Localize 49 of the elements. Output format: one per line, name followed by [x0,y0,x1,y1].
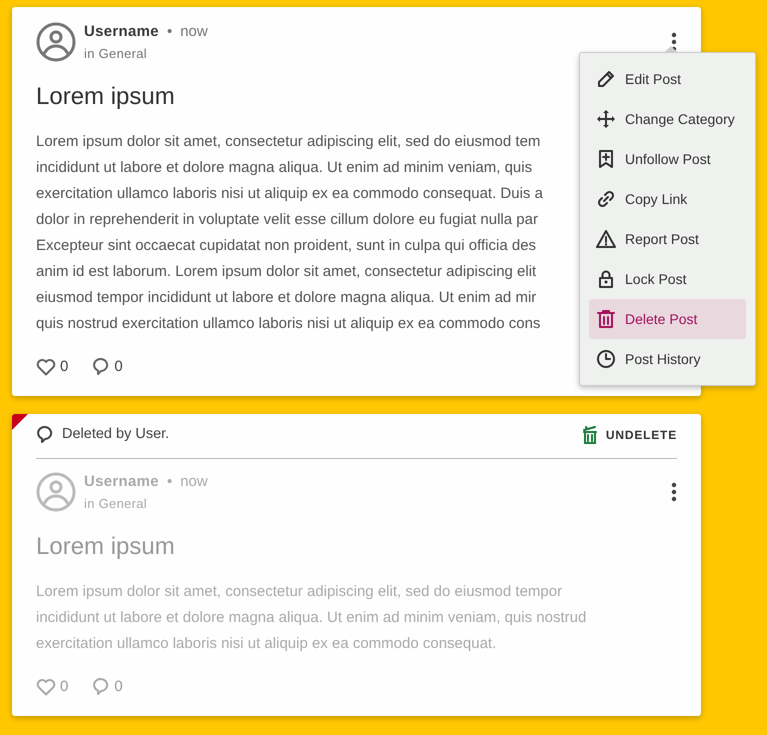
comment-count: 0 [114,356,123,377]
post-body-line: incididunt ut labore et dolore magna aliqua. Ut enim ad minim veniam, quis nostrud [36,608,586,628]
pencil-icon [596,69,616,89]
avatar-icon [36,22,76,62]
bookmark-plus-icon [596,149,616,169]
post-category[interactable]: in General [84,44,208,63]
comment-count: 0 [114,676,123,697]
post-body-line: exercitation ullamco laboris nisi ut aliquip ex ea commodo consequat. Duis a [36,184,543,204]
like-count: 0 [60,676,68,697]
menu-item[interactable]: Edit Post [589,59,746,99]
menu-item[interactable]: Unfollow Post [589,139,746,179]
trash-icon [596,309,616,329]
menu-item[interactable]: Lock Post [589,259,746,299]
username[interactable]: Username [84,21,159,44]
post-body-line: dolor in reprehenderit in voluptate velit esse cillum dolore eu fugiat nulla par [36,210,538,230]
restore-bin-icon [582,426,598,444]
more-options-icon[interactable] [671,482,677,502]
post-body-line: eiusmod tempor incididunt ut labore et dolore magna aliqua. Ut enim ad mir [36,288,536,308]
comment-icon[interactable] [92,358,110,376]
post-body-line: exercitation ullamco laboris nisi ut aliquip ex ea commodo consequat. [36,634,496,654]
post-time: now [180,472,208,492]
comment-icon[interactable] [36,426,54,444]
heart-icon[interactable] [36,358,56,376]
post-body-line: Excepteur sint occaecat cupidatat non proident, sunt in culpa qui officia des [36,236,536,256]
undelete-button[interactable]: UNDELETE [582,426,677,444]
clock-icon [596,349,616,369]
separator-dot: • [166,472,172,492]
deleted-notice: Deleted by User. [62,425,170,444]
separator-dot: • [166,22,172,42]
link-icon [596,189,616,209]
deleted-corner-marker [12,414,28,430]
post-body-line: Lorem ipsum dolor sit amet, consectetur adipiscing elit, sed do eiusmod tem [36,132,540,152]
like-count: 0 [60,356,68,377]
post-time: now [180,22,208,42]
menu-item[interactable]: Report Post [589,219,746,259]
menu-item[interactable]: Post History [589,339,746,379]
post-title: Lorem ipsum [36,533,176,562]
warning-icon [596,229,616,249]
post-title: Lorem ipsum [36,83,176,112]
move-arrows-icon [596,109,616,129]
avatar-icon [36,472,76,512]
menu-item[interactable]: Change Category [589,99,746,139]
post-body-line: incididunt ut labore et dolore magna aliqua. Ut enim ad minim veniam, quis [36,158,532,178]
menu-item[interactable]: Copy Link [589,179,746,219]
post-body-line: anim id est laborum. Lorem ipsum dolor sit amet, consectetur adipiscing elit [36,262,536,282]
lock-icon [596,269,616,289]
post-body-line: Lorem ipsum dolor sit amet, consectetur adipiscing elit, sed do eiusmod tempor [36,582,562,602]
post-body-line: quis nostrud exercitation ullamco laboris nisi ut aliquip ex ea commodo cons [36,314,540,334]
menu-item[interactable]: Delete Post [589,299,746,339]
